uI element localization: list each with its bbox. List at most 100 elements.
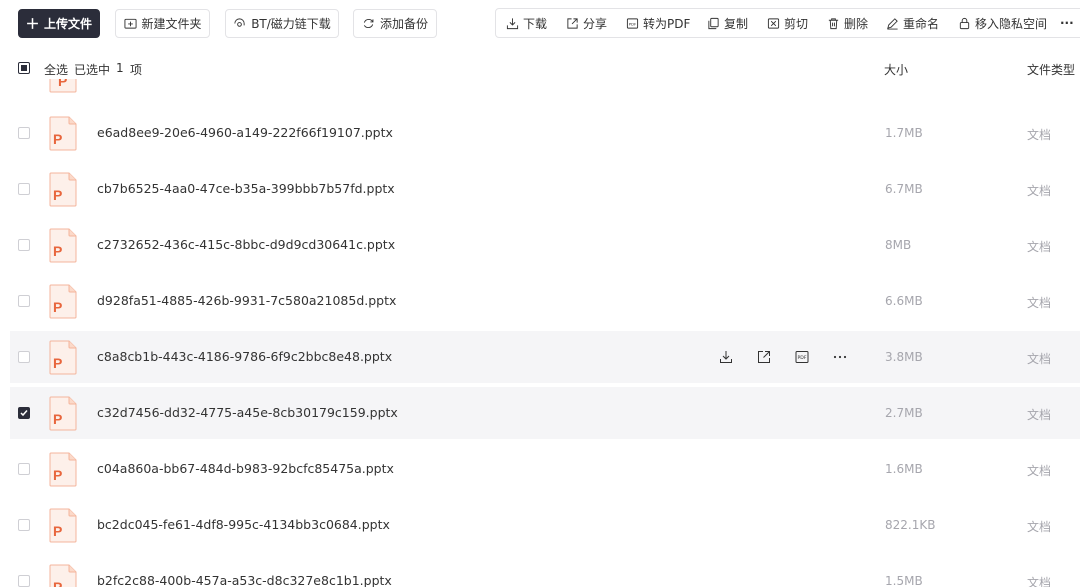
file-row[interactable]: Pcb7b6525-4aa0-47ce-b35a-399bbb7b57fd.pp…	[10, 163, 1080, 215]
row-checkbox[interactable]	[18, 407, 30, 419]
download-action[interactable]: 下载	[506, 9, 547, 37]
partial-file-icon: P	[48, 79, 79, 93]
file-row[interactable]: Pd928fa51-4885-426b-9931-7c580a21085d.pp…	[10, 275, 1080, 327]
copy-action[interactable]: 复制	[707, 9, 748, 37]
row-checkbox[interactable]	[18, 575, 30, 587]
file-row[interactable]: Pbc2dc045-fe61-4df8-995c-4134bb3c0684.pp…	[10, 499, 1080, 551]
file-type: 文档	[1027, 184, 1052, 198]
file-size: 822.1KB	[885, 518, 936, 532]
download-icon	[506, 17, 519, 29]
row-checkbox[interactable]	[18, 519, 30, 531]
file-row[interactable]: Pc32d7456-dd32-4775-a45e-8cb30179c159.pp…	[10, 387, 1080, 439]
file-name[interactable]: c2732652-436c-415c-8bbc-d9d9cd30641c.ppt…	[97, 237, 395, 252]
file-type: 文档	[1027, 408, 1052, 422]
list-header: 全选 已选中 1 项 大小 文件类型	[0, 50, 1080, 84]
file-type: 文档	[1027, 240, 1052, 254]
upload-button[interactable]: 上传文件	[18, 9, 100, 38]
pptx-file-icon: P	[48, 508, 79, 543]
pdf-icon[interactable]: PDF	[794, 349, 810, 365]
to-pdf-action[interactable]: PDF 转为PDF	[626, 9, 690, 37]
pptx-file-icon: P	[48, 284, 79, 319]
cut-action[interactable]: 剪切	[767, 9, 808, 37]
more-icon[interactable]	[832, 349, 848, 365]
file-size: 1.5MB	[885, 574, 923, 587]
svg-text:P: P	[53, 355, 62, 371]
row-checkbox[interactable]	[18, 351, 30, 363]
lock-icon	[959, 17, 970, 29]
move-private-label: 移入隐私空间	[975, 16, 1048, 31]
svg-text:P: P	[53, 243, 62, 259]
file-name[interactable]: cb7b6525-4aa0-47ce-b35a-399bbb7b57fd.ppt…	[97, 181, 395, 196]
new-folder-button[interactable]: 新建文件夹	[115, 9, 210, 38]
bt-download-button[interactable]: BT/磁力链下载	[225, 9, 339, 38]
new-folder-label: 新建文件夹	[141, 17, 202, 31]
add-backup-label: 添加备份	[380, 17, 429, 31]
pencil-icon	[887, 17, 898, 30]
file-name[interactable]: c04a860a-bb67-484d-b983-92bcfc85475a.ppt…	[97, 461, 394, 476]
share-action[interactable]: 分享	[566, 9, 607, 37]
trash-icon	[828, 17, 839, 29]
file-row[interactable]: Pc8a8cb1b-443c-4186-9786-6f9c2bbc8e48.pp…	[10, 331, 1080, 383]
pptx-file-icon: P	[48, 564, 79, 587]
select-all-label[interactable]: 全选	[44, 61, 68, 78]
file-type: 文档	[1027, 464, 1052, 478]
file-name[interactable]: b2fc2c88-400b-457a-a53c-d8c327e8c1b1.ppt…	[97, 573, 392, 587]
row-checkbox[interactable]	[18, 295, 30, 307]
file-size: 1.7MB	[885, 126, 923, 140]
share-icon[interactable]	[756, 349, 772, 365]
file-name[interactable]: c8a8cb1b-443c-4186-9786-6f9c2bbc8e48.ppt…	[97, 349, 392, 364]
file-type: 文档	[1027, 576, 1052, 587]
file-row[interactable]: Pc04a860a-bb67-484d-b983-92bcfc85475a.pp…	[10, 443, 1080, 495]
size-column-header[interactable]: 大小	[884, 61, 908, 78]
row-checkbox[interactable]	[18, 183, 30, 195]
add-backup-button[interactable]: 添加备份	[353, 9, 437, 38]
svg-text:P: P	[53, 187, 62, 203]
file-row[interactable]: Pc2732652-436c-415c-8bbc-d9d9cd30641c.pp…	[10, 219, 1080, 271]
svg-text:P: P	[53, 523, 62, 539]
file-row[interactable]: Pe6ad8ee9-20e6-4960-a149-222f66f19107.pp…	[10, 107, 1080, 159]
copy-label: 复制	[724, 16, 749, 31]
checkmark-icon	[20, 410, 28, 417]
row-checkbox[interactable]	[18, 463, 30, 475]
more-action[interactable]: ···	[1060, 9, 1074, 37]
file-size: 2.7MB	[885, 406, 923, 420]
file-type: 文档	[1027, 520, 1052, 534]
row-checkbox[interactable]	[18, 239, 30, 251]
svg-text:P: P	[53, 131, 62, 147]
svg-text:P: P	[53, 467, 62, 483]
share-label: 分享	[583, 16, 608, 31]
pptx-file-icon: P	[48, 228, 79, 263]
file-size: 3.8MB	[885, 350, 923, 364]
pdf-icon: PDF	[626, 17, 639, 29]
file-size: 6.6MB	[885, 294, 923, 308]
more-icon: ···	[1060, 16, 1074, 30]
delete-action[interactable]: 删除	[827, 9, 868, 37]
file-name[interactable]: bc2dc045-fe61-4df8-995c-4134bb3c0684.ppt…	[97, 517, 390, 532]
row-checkbox[interactable]	[18, 127, 30, 139]
bt-download-label: BT/磁力链下载	[251, 17, 331, 31]
plus-icon	[27, 18, 38, 29]
move-private-action[interactable]: 移入隐私空间	[958, 9, 1047, 37]
svg-text:P: P	[58, 79, 67, 89]
copy-icon	[708, 17, 719, 29]
file-name[interactable]: e6ad8ee9-20e6-4960-a149-222f66f19107.ppt…	[97, 125, 393, 140]
file-size: 8MB	[885, 238, 912, 252]
download-label: 下载	[523, 16, 548, 31]
rename-action[interactable]: 重命名	[886, 9, 939, 37]
file-name[interactable]: d928fa51-4885-426b-9931-7c580a21085d.ppt…	[97, 293, 396, 308]
download-icon[interactable]	[718, 349, 734, 365]
sync-icon	[363, 18, 374, 29]
share-icon	[567, 17, 578, 29]
file-row[interactable]: Pb2fc2c88-400b-457a-a53c-d8c327e8c1b1.pp…	[10, 555, 1080, 587]
type-column-header[interactable]: 文件类型	[1027, 61, 1075, 78]
selected-unit: 项	[130, 63, 143, 77]
file-name[interactable]: c32d7456-dd32-4775-a45e-8cb30179c159.ppt…	[97, 405, 398, 420]
select-all-checkbox[interactable]	[18, 62, 30, 74]
file-type: 文档	[1027, 352, 1052, 366]
to-pdf-label: 转为PDF	[643, 16, 691, 31]
file-type: 文档	[1027, 128, 1052, 142]
pptx-file-icon: P	[48, 452, 79, 487]
svg-text:P: P	[53, 579, 62, 587]
file-size: 1.6MB	[885, 462, 923, 476]
pptx-file-icon: P	[48, 396, 79, 431]
